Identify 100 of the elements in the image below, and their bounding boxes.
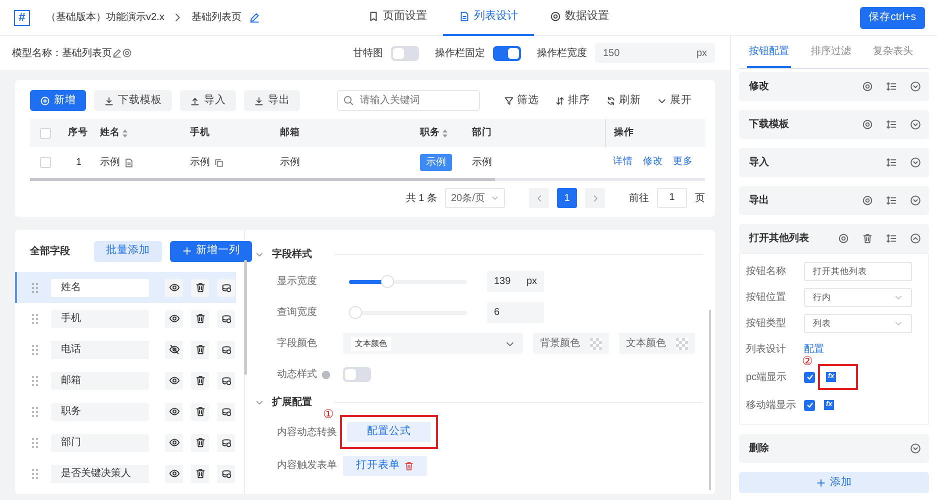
column-header[interactable]: 序号 bbox=[68, 126, 88, 140]
field-name-input[interactable]: 职务 bbox=[51, 402, 149, 420]
gear-icon[interactable] bbox=[838, 233, 849, 244]
trash-icon[interactable] bbox=[194, 437, 206, 448]
checkbox[interactable] bbox=[804, 372, 815, 382]
trash-icon[interactable] bbox=[194, 282, 206, 293]
scrollbar[interactable] bbox=[709, 310, 711, 490]
database-gear-icon[interactable] bbox=[220, 437, 232, 448]
field-name-input[interactable]: 是否关键决策人 bbox=[51, 464, 149, 482]
drag-handle-icon[interactable] bbox=[31, 374, 39, 386]
trash-icon[interactable] bbox=[194, 313, 206, 324]
drag-handle-icon[interactable] bbox=[31, 344, 39, 356]
eye-icon[interactable] bbox=[168, 406, 180, 417]
color-select[interactable]: 文本颜色 bbox=[343, 333, 523, 354]
panel-tab[interactable]: 排序过滤 bbox=[809, 36, 853, 68]
database-gear-icon[interactable] bbox=[220, 344, 232, 355]
width-input[interactable]: 150 px bbox=[595, 43, 715, 63]
database-gear-icon[interactable] bbox=[220, 375, 232, 386]
sort-icon[interactable] bbox=[442, 128, 448, 138]
action-link[interactable]: 修改 bbox=[643, 155, 663, 170]
database-gear-icon[interactable] bbox=[220, 313, 232, 324]
expand-icon[interactable] bbox=[910, 157, 921, 168]
text-input[interactable]: 打开其他列表 bbox=[804, 262, 912, 280]
toggle-switch[interactable] bbox=[391, 46, 419, 60]
search-field[interactable]: 请输入关键词 bbox=[337, 90, 480, 111]
column-header[interactable]: 姓名 bbox=[100, 126, 128, 140]
drag-handle-icon[interactable] bbox=[31, 406, 39, 418]
checkbox[interactable] bbox=[804, 400, 815, 410]
slider-thumb[interactable] bbox=[380, 275, 394, 288]
save-button[interactable]: 保存ctrl+s bbox=[860, 6, 925, 28]
batch-add-button[interactable]: 批量添加 bbox=[94, 240, 162, 262]
select-field[interactable]: 行内 bbox=[804, 288, 912, 306]
gear-icon[interactable] bbox=[862, 119, 873, 130]
config-button[interactable]: 配置公式 bbox=[347, 422, 431, 442]
toolbar-button[interactable]: 筛选 bbox=[496, 92, 547, 108]
page-size-select[interactable]: 20条/页 bbox=[445, 188, 505, 208]
trash-icon[interactable] bbox=[194, 406, 206, 417]
card-header[interactable]: 修改 bbox=[739, 72, 929, 101]
horizontal-scrollbar[interactable] bbox=[30, 178, 705, 181]
panel-tab[interactable]: 复杂表头 bbox=[871, 36, 915, 68]
eye-off-icon[interactable] bbox=[168, 344, 180, 355]
action-link[interactable]: 详情 bbox=[613, 155, 633, 170]
field-name-input[interactable]: 手机 bbox=[51, 310, 149, 328]
config-button[interactable]: 打开表单 bbox=[343, 456, 427, 476]
panel-tab[interactable]: 按钮配置 bbox=[747, 36, 791, 68]
field-row[interactable]: 是否关键决策人 bbox=[15, 458, 236, 489]
card-header[interactable]: 导入 bbox=[739, 148, 929, 177]
field-name-input[interactable]: 邮箱 bbox=[51, 372, 149, 390]
column-header[interactable]: 邮箱 bbox=[280, 126, 300, 140]
sort-list-icon[interactable] bbox=[886, 195, 897, 206]
database-gear-icon[interactable] bbox=[220, 406, 232, 417]
field-name-input[interactable]: 部门 bbox=[51, 434, 149, 452]
add-column-button[interactable]: 新增一列 bbox=[170, 240, 252, 262]
gear-icon[interactable] bbox=[862, 195, 873, 206]
transparent-swatch-icon[interactable] bbox=[676, 338, 688, 350]
field-row[interactable]: 邮箱 bbox=[15, 365, 236, 396]
eye-icon[interactable] bbox=[168, 468, 180, 479]
trash-icon[interactable] bbox=[194, 468, 206, 479]
toolbar-button[interactable]: 展开 bbox=[649, 92, 700, 108]
trash-icon[interactable] bbox=[194, 375, 206, 386]
field-row[interactable]: 电话 bbox=[15, 334, 236, 365]
eye-icon[interactable] bbox=[168, 375, 180, 386]
sort-list-icon[interactable] bbox=[886, 81, 897, 92]
add-button[interactable]: 添加 bbox=[739, 472, 929, 493]
drag-handle-icon[interactable] bbox=[31, 436, 39, 448]
toolbar-button[interactable]: 排序 bbox=[547, 92, 598, 108]
card-header[interactable]: 导出 bbox=[739, 186, 929, 215]
field-row[interactable]: 手机 bbox=[15, 303, 236, 334]
action-link[interactable]: 更多 bbox=[673, 155, 693, 170]
page-tab[interactable]: 列表设计 bbox=[443, 0, 534, 36]
eye-icon[interactable] bbox=[168, 313, 180, 324]
page-tab[interactable]: 页面设置 bbox=[352, 0, 443, 36]
slider[interactable] bbox=[349, 275, 467, 288]
field-row[interactable]: 职务 bbox=[15, 396, 236, 427]
scrollbar[interactable] bbox=[244, 260, 247, 375]
page-input[interactable]: 1 bbox=[657, 188, 687, 208]
gear-icon[interactable] bbox=[862, 81, 873, 92]
drag-handle-icon[interactable] bbox=[31, 468, 39, 480]
breadcrumb-item[interactable]: （基础版本）功能演示v2.x bbox=[46, 10, 164, 25]
column-header[interactable]: 部门 bbox=[472, 126, 492, 140]
expand-icon[interactable] bbox=[910, 81, 921, 92]
column-header[interactable]: 操作 bbox=[614, 126, 634, 140]
number-input[interactable]: 6 bbox=[487, 302, 544, 323]
color-picker[interactable]: 背景颜色 bbox=[533, 333, 609, 354]
database-gear-icon[interactable] bbox=[220, 282, 232, 293]
number-input[interactable]: 139 px bbox=[487, 271, 544, 292]
toggle-switch[interactable] bbox=[493, 46, 521, 60]
drag-handle-icon[interactable] bbox=[31, 312, 39, 324]
eye-icon[interactable] bbox=[168, 437, 180, 448]
trash-icon[interactable] bbox=[194, 344, 206, 355]
slider[interactable] bbox=[349, 306, 467, 319]
transparent-swatch-icon[interactable] bbox=[590, 338, 602, 350]
page-tab[interactable]: 数据设置 bbox=[534, 0, 625, 36]
select-field[interactable]: 列表 bbox=[804, 314, 912, 332]
color-picker[interactable]: 文本颜色 bbox=[619, 333, 695, 354]
expand-icon[interactable] bbox=[910, 443, 921, 454]
trash-icon[interactable] bbox=[862, 233, 873, 244]
sort-list-icon[interactable] bbox=[886, 157, 897, 168]
add-button[interactable]: 新增 bbox=[30, 90, 86, 111]
card-header[interactable]: 下载模板 bbox=[739, 110, 929, 139]
